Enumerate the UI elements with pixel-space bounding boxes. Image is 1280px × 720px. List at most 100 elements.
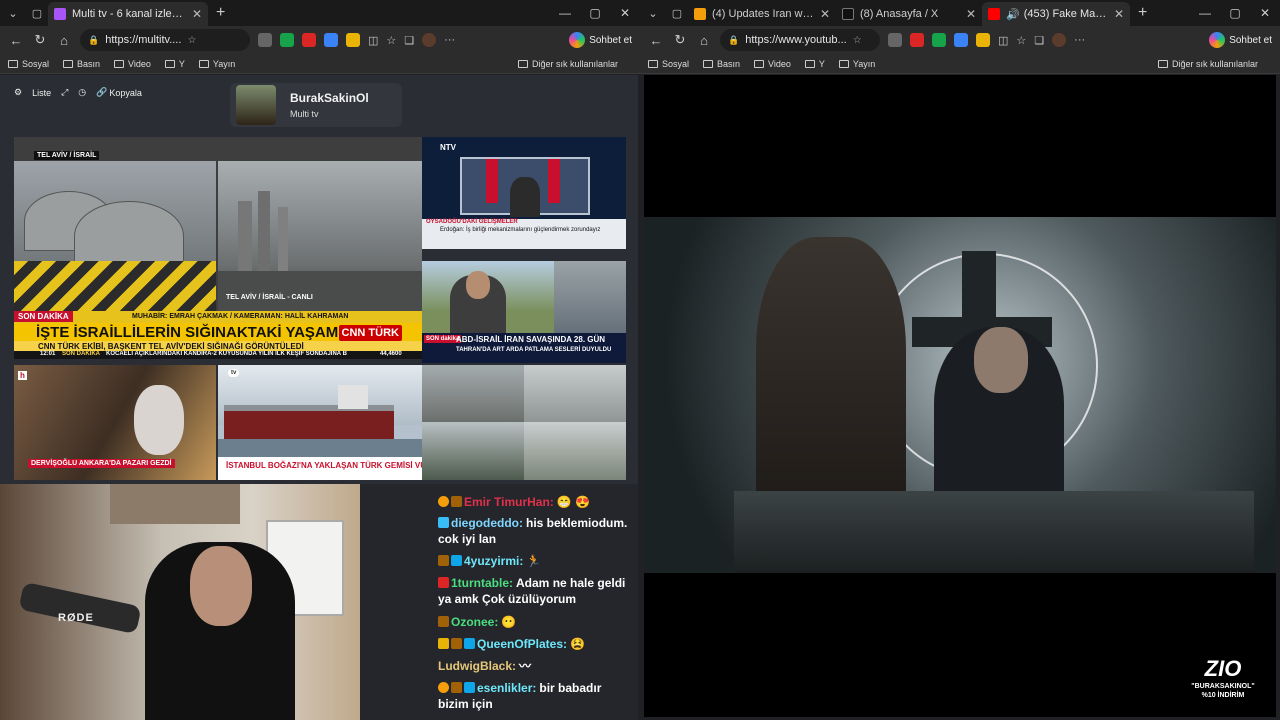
chat-username[interactable]: Emir TimurHan: [464,495,554,509]
copilot-chat-button[interactable]: Sohbet et [565,32,636,48]
copilot-chat-button[interactable]: Sohbet et [1205,32,1276,48]
maximize-icon[interactable]: ▢ [580,6,610,20]
back-icon[interactable]: ← [644,28,668,52]
channel-profile-card[interactable]: BurakSakinOl Multi tv [230,83,402,127]
folder-icon [648,59,658,68]
channel-logo: tv [228,369,240,377]
address-bar[interactable]: 🔒 https://multitv.... ☆ [80,29,250,51]
maximize-icon[interactable]: ▢ [1220,6,1250,20]
bookmark-sosyal[interactable]: Sosyal [648,59,689,69]
timer-icon[interactable]: ◷ [78,87,86,98]
collections-icon[interactable]: ❏ [404,34,414,47]
split-screen-icon[interactable]: ◫ [368,34,378,47]
water [218,439,422,459]
favorites-icon[interactable]: ☆ [386,34,396,47]
profile-avatar[interactable] [1052,33,1067,47]
chat-username[interactable]: 4yuzyirmi: [464,554,523,568]
new-tab-icon[interactable]: + [208,4,233,22]
profile-avatar[interactable] [422,33,437,47]
tab-label: (453) Fake Majesty ft. Den [1023,8,1108,20]
address-bar[interactable]: 🔒 https://www.youtub... ☆ [720,29,880,51]
bookmark-label: Yayın [212,58,236,69]
bookmark-yayin[interactable]: Yayın [838,59,875,69]
extension-icon[interactable] [346,33,360,47]
close-window-icon[interactable]: ✕ [1250,6,1280,20]
badge-icon [438,555,449,566]
favorite-star-icon[interactable]: ☆ [187,35,196,46]
chat-username[interactable]: 1turntable: [451,576,513,590]
ntv-video[interactable]: NTV OYSADOĞU'DAKİ GELİŞMELER Erdoğan: İş… [422,137,626,249]
tab-x-home[interactable]: (8) Anasayfa / X ✕ [836,2,982,26]
favorite-star-icon[interactable]: ☆ [853,35,862,46]
toolbar: ← ↻ ⌂ 🔒 https://multitv.... ☆ ◫ ☆ ❏ ··· … [0,26,640,54]
bookmark-y[interactable]: Y [804,59,825,69]
other-bookmarks[interactable]: Diğer sık kullanılanlar [517,59,618,69]
close-tab-icon[interactable]: ✕ [960,7,976,21]
extension-icon[interactable] [932,33,946,47]
bookmark-y[interactable]: Y [164,59,185,69]
chat-button-label: Sohbet et [589,34,632,46]
bookmark-video[interactable]: Video [114,59,151,69]
refresh-icon[interactable]: ↻ [28,28,52,52]
refresh-icon[interactable]: ↻ [668,28,692,52]
bookmark-basin[interactable]: Basın [63,59,100,69]
tab-list-icon[interactable]: ⌄ [642,2,664,24]
tab-label: Multi tv - 6 kanal izleniyor [72,8,186,20]
minimize-icon[interactable]: — [1190,6,1220,20]
favorites-icon[interactable]: ☆ [1016,34,1026,47]
close-tab-icon[interactable]: ✕ [1108,7,1124,21]
extension-icon[interactable] [976,33,990,47]
extension-icon[interactable] [324,33,338,47]
new-tab-icon[interactable]: + [1130,4,1155,22]
chat-username[interactable]: diegodeddo: [451,516,523,530]
bookmark-label: Video [128,58,151,69]
close-window-icon[interactable]: ✕ [610,6,640,20]
market-visit-video[interactable]: h DERVİŞOĞLU ANKARA'DA PAZARI GEZDİ [14,365,216,480]
news-reporter-video[interactable]: SON dakika ABD-İSRAİL İRAN SAVAŞINDA 28.… [422,261,626,363]
close-tab-icon[interactable]: ✕ [186,7,202,21]
extension-icon[interactable] [258,33,272,47]
bookmark-video[interactable]: Video [754,59,791,69]
extension-icon[interactable] [302,33,316,47]
tab-multitv[interactable]: Multi tv - 6 kanal izleniyor ✕ [48,2,208,26]
multi-camera-video[interactable] [422,365,626,480]
split-screen-icon[interactable]: ◫ [998,34,1008,47]
tab-iran-updates[interactable]: (4) Updates Iran war live: Trum ✕ [688,2,836,26]
workspaces-icon[interactable]: ▢ [26,2,48,24]
more-menu-icon[interactable]: ··· [1074,34,1085,46]
chat-username[interactable]: QueenOfPlates: [477,637,567,651]
home-icon[interactable]: ⌂ [692,28,716,52]
extension-icon[interactable] [954,33,968,47]
bookmark-sosyal[interactable]: Sosyal [8,59,49,69]
other-bookmarks[interactable]: Diğer sık kullanılanlar [1157,59,1258,69]
crown-badge-icon [438,638,449,649]
home-icon[interactable]: ⌂ [52,28,76,52]
extension-icon[interactable] [280,33,294,47]
settings-icon[interactable]: ⚙ [14,87,22,98]
extension-icon[interactable] [910,33,924,47]
back-icon[interactable]: ← [4,28,28,52]
turkish-flag [548,159,560,203]
cnn-turk-video[interactable]: TEL AVİV / İSRAİL TEL AVİV / İSRAİL - CA… [14,137,422,359]
tab-list-icon[interactable]: ⌄ [2,2,24,24]
bookmark-yayin[interactable]: Yayın [198,58,236,69]
tab-youtube[interactable]: 🔊 (453) Fake Majesty ft. Den ✕ [982,2,1130,26]
list-button[interactable]: Liste [32,88,51,98]
folder-icon [754,59,765,68]
fullscreen-icon[interactable]: ⤢ [61,87,68,98]
workspaces-icon[interactable]: ▢ [666,2,688,24]
ship-news-video[interactable]: tv İSTANBUL BOĞAZI'NA YAKLAŞAN TÜRK GEMİ… [218,365,422,480]
collections-icon[interactable]: ❏ [1034,34,1044,47]
close-tab-icon[interactable]: ✕ [814,7,830,21]
camera-feed [524,365,626,422]
youtube-video-player[interactable] [644,75,1276,717]
extension-icon[interactable] [888,33,902,47]
speaker-icon[interactable]: 🔊 [1006,8,1020,21]
minimize-icon[interactable]: — [550,6,580,20]
more-menu-icon[interactable]: ··· [444,34,455,46]
chat-username[interactable]: Ozonee: [451,615,498,629]
chat-username[interactable]: LudwigBlack: [438,659,516,673]
copy-button[interactable]: Kopyala [109,88,142,98]
bookmark-basin[interactable]: Basın [703,59,740,69]
chat-username[interactable]: esenlikler: [477,681,536,695]
